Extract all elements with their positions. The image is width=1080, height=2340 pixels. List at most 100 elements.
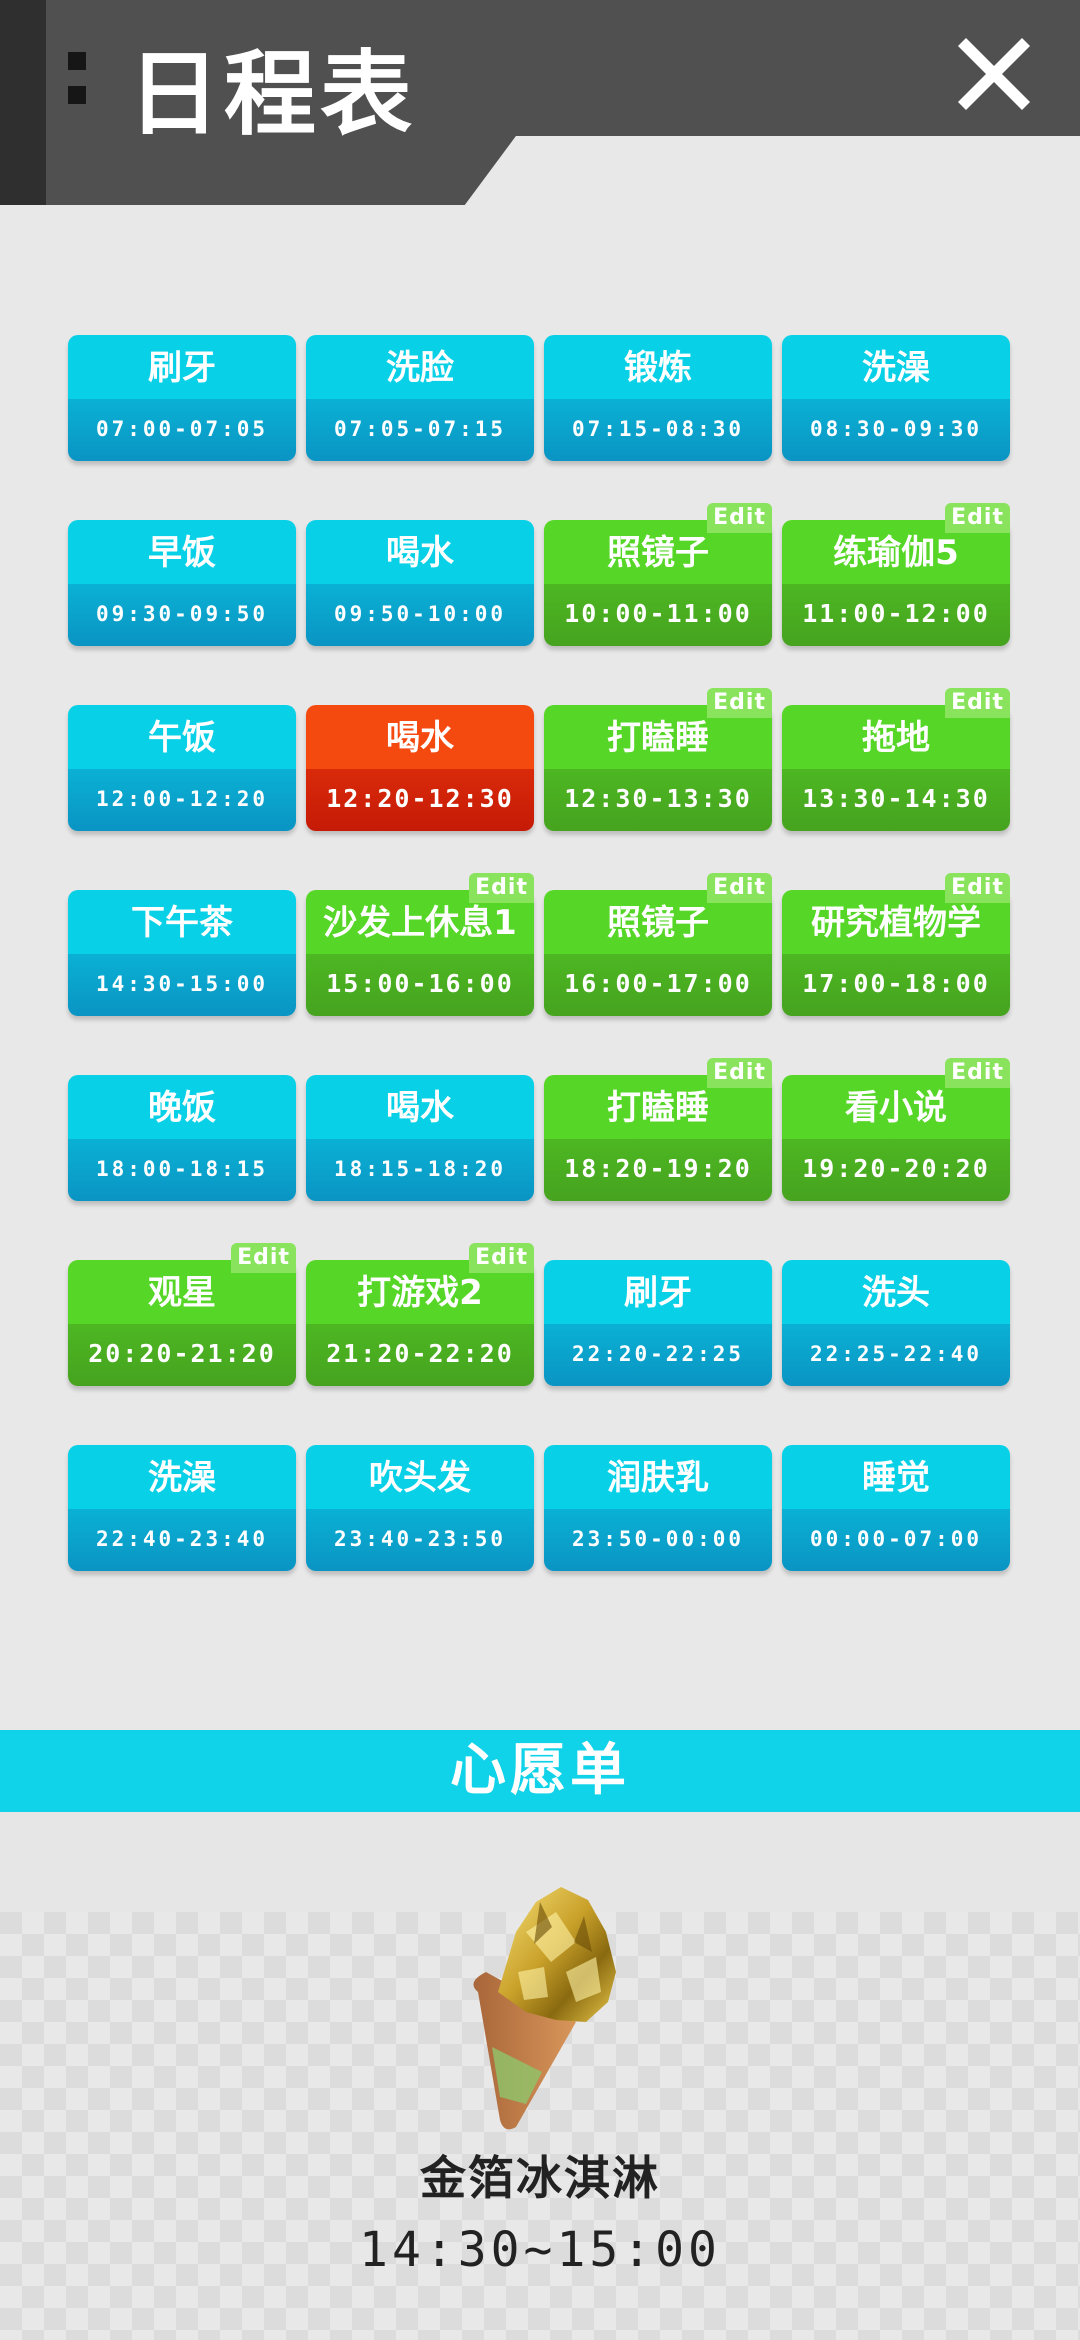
wish-item-name: 金箔冰淇淋 xyxy=(420,2151,660,2205)
grip-icon xyxy=(68,52,88,138)
schedule-card[interactable]: 看小说 19:20-20:20 Edit xyxy=(782,1058,1010,1201)
schedule-card-name: 洗脸 xyxy=(306,335,534,399)
schedule-card[interactable]: 打瞌睡 12:30-13:30 Edit xyxy=(544,688,772,831)
schedule-card[interactable]: 洗澡 22:40-23:40 xyxy=(68,1445,296,1571)
gold-leaf-ice-cream-icon[interactable] xyxy=(456,1872,626,2142)
edit-button[interactable]: Edit xyxy=(945,1058,1010,1088)
schedule-card[interactable]: 喝水 18:15-18:20 xyxy=(306,1075,534,1201)
schedule-card-time: 13:30-14:30 xyxy=(782,769,1010,831)
schedule-card[interactable]: 拖地 13:30-14:30 Edit xyxy=(782,688,1010,831)
edit-button[interactable]: Edit xyxy=(707,873,772,903)
schedule-card[interactable]: 刷牙 22:20-22:25 xyxy=(544,1260,772,1386)
schedule-card[interactable]: 润肤乳 23:50-00:00 xyxy=(544,1445,772,1571)
schedule-card-time: 10:00-11:00 xyxy=(544,584,772,646)
schedule-card[interactable]: 练瑜伽5 11:00-12:00 Edit xyxy=(782,503,1010,646)
schedule-card-time: 11:00-12:00 xyxy=(782,584,1010,646)
schedule-card-time: 18:15-18:20 xyxy=(306,1139,534,1201)
schedule-card-name: 吹头发 xyxy=(306,1445,534,1509)
schedule-card[interactable]: 早饭 09:30-09:50 xyxy=(68,520,296,646)
schedule-card[interactable]: 洗头 22:25-22:40 xyxy=(782,1260,1010,1386)
schedule-row: 洗澡 22:40-23:40 吹头发 23:40-23:50 润肤乳 23:50-00:0… xyxy=(68,1445,1012,1571)
schedule-card[interactable]: 刷牙 07:00-07:05 xyxy=(68,335,296,461)
schedule-card[interactable]: 观星 20:20-21:20 Edit xyxy=(68,1243,296,1386)
schedule-card[interactable]: 照镜子 16:00-17:00 Edit xyxy=(544,873,772,1016)
schedule-card[interactable]: 锻炼 07:15-08:30 xyxy=(544,335,772,461)
schedule-card-time: 07:15-08:30 xyxy=(544,399,772,461)
header-bar: 日程表 xyxy=(0,0,1080,205)
schedule-card-name: 刷牙 xyxy=(544,1260,772,1324)
schedule-card-time: 07:00-07:05 xyxy=(68,399,296,461)
schedule-card[interactable]: 照镜子 10:00-11:00 Edit xyxy=(544,503,772,646)
edit-button[interactable]: Edit xyxy=(707,688,772,718)
schedule-card-name: 早饭 xyxy=(68,520,296,584)
schedule-card-time: 12:30-13:30 xyxy=(544,769,772,831)
schedule-card-name: 润肤乳 xyxy=(544,1445,772,1509)
schedule-row: 刷牙 07:00-07:05 洗脸 07:05-07:15 锻炼 07:15-08:30 洗… xyxy=(68,335,1012,461)
edit-button[interactable]: Edit xyxy=(707,1058,772,1088)
page-title: 日程表 xyxy=(128,41,417,148)
edit-button[interactable]: Edit xyxy=(945,503,1010,533)
edit-button[interactable]: Edit xyxy=(945,688,1010,718)
schedule-card[interactable]: 晚饭 18:00-18:15 xyxy=(68,1075,296,1201)
schedule-card-name: 喝水 xyxy=(306,1075,534,1139)
schedule-card[interactable]: 下午茶 14:30-15:00 xyxy=(68,890,296,1016)
schedule-card-time: 15:00-16:00 xyxy=(306,954,534,1016)
schedule-card-time: 21:20-22:20 xyxy=(306,1324,534,1386)
schedule-row: 观星 20:20-21:20 Edit 打游戏2 21:20-22:20 Edit 刷牙 22… xyxy=(68,1243,1012,1386)
schedule-card-time: 07:05-07:15 xyxy=(306,399,534,461)
edit-button[interactable]: Edit xyxy=(469,1243,534,1273)
schedule-card-name: 睡觉 xyxy=(782,1445,1010,1509)
schedule-card-name: 刷牙 xyxy=(68,335,296,399)
schedule-card-time: 22:20-22:25 xyxy=(544,1324,772,1386)
schedule-card-time: 23:50-00:00 xyxy=(544,1509,772,1571)
schedule-row: 下午茶 14:30-15:00 沙发上休息1 15:00-16:00 Edit 照镜子 16… xyxy=(68,873,1012,1016)
schedule-card-time: 16:00-17:00 xyxy=(544,954,772,1016)
schedule-card-name: 锻炼 xyxy=(544,335,772,399)
header-left-edge xyxy=(0,0,46,205)
edit-button[interactable]: Edit xyxy=(231,1243,296,1273)
schedule-card[interactable]: 洗脸 07:05-07:15 xyxy=(306,335,534,461)
schedule-card-time: 17:00-18:00 xyxy=(782,954,1010,1016)
schedule-card[interactable]: 午饭 12:00-12:20 xyxy=(68,705,296,831)
schedule-row: 午饭 12:00-12:20 喝水 12:20-12:30 打瞌睡 12:30-13:30… xyxy=(68,688,1012,831)
schedule-card-name: 洗澡 xyxy=(782,335,1010,399)
schedule-card-time: 22:40-23:40 xyxy=(68,1509,296,1571)
schedule-row: 早饭 09:30-09:50 喝水 09:50-10:00 照镜子 10:00-11:00… xyxy=(68,503,1012,646)
schedule-card-time: 18:20-19:20 xyxy=(544,1139,772,1201)
schedule-card[interactable]: 喝水 12:20-12:30 xyxy=(306,705,534,831)
schedule-card-time: 23:40-23:50 xyxy=(306,1509,534,1571)
wish-item-time: 14:30~15:00 xyxy=(359,2222,721,2278)
schedule-card-time: 22:25-22:40 xyxy=(782,1324,1010,1386)
schedule-card-time: 20:20-21:20 xyxy=(68,1324,296,1386)
schedule-card-time: 12:00-12:20 xyxy=(68,769,296,831)
schedule-card-name: 下午茶 xyxy=(68,890,296,954)
schedule-card-time: 14:30-15:00 xyxy=(68,954,296,1016)
schedule-card-name: 洗头 xyxy=(782,1260,1010,1324)
schedule-row: 晚饭 18:00-18:15 喝水 18:15-18:20 打瞌睡 18:20-19:20… xyxy=(68,1058,1012,1201)
schedule-card-time: 00:00-07:00 xyxy=(782,1509,1010,1571)
schedule-card-time: 18:00-18:15 xyxy=(68,1139,296,1201)
schedule-card-name: 午饭 xyxy=(68,705,296,769)
edit-button[interactable]: Edit xyxy=(945,873,1010,903)
close-button[interactable] xyxy=(944,24,1044,124)
schedule-card[interactable]: 打游戏2 21:20-22:20 Edit xyxy=(306,1243,534,1386)
schedule-card-name: 洗澡 xyxy=(68,1445,296,1509)
schedule-card[interactable]: 打瞌睡 18:20-19:20 Edit xyxy=(544,1058,772,1201)
wishlist-panel: 金箔冰淇淋 14:30~15:00 xyxy=(0,1812,1080,2340)
schedule-card[interactable]: 睡觉 00:00-07:00 xyxy=(782,1445,1010,1571)
schedule-card-time: 19:20-20:20 xyxy=(782,1139,1010,1201)
schedule-card[interactable]: 洗澡 08:30-09:30 xyxy=(782,335,1010,461)
schedule-card[interactable]: 吹头发 23:40-23:50 xyxy=(306,1445,534,1571)
schedule-card-name: 喝水 xyxy=(306,705,534,769)
schedule-grid: 刷牙 07:00-07:05 洗脸 07:05-07:15 锻炼 07:15-08:30 洗… xyxy=(68,335,1012,1630)
schedule-card-time: 09:30-09:50 xyxy=(68,584,296,646)
schedule-card-name: 喝水 xyxy=(306,520,534,584)
schedule-card[interactable]: 喝水 09:50-10:00 xyxy=(306,520,534,646)
schedule-card[interactable]: 研究植物学 17:00-18:00 Edit xyxy=(782,873,1010,1016)
edit-button[interactable]: Edit xyxy=(469,873,534,903)
schedule-card-time: 12:20-12:30 xyxy=(306,769,534,831)
edit-button[interactable]: Edit xyxy=(707,503,772,533)
schedule-card-time: 09:50-10:00 xyxy=(306,584,534,646)
schedule-card[interactable]: 沙发上休息1 15:00-16:00 Edit xyxy=(306,873,534,1016)
schedule-card-name: 晚饭 xyxy=(68,1075,296,1139)
